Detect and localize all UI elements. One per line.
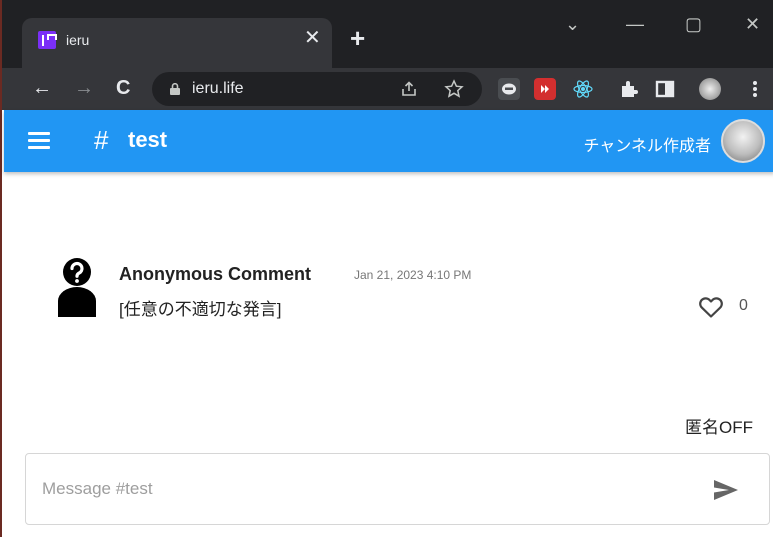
profile-avatar-icon[interactable]	[699, 78, 721, 100]
message-input[interactable]	[42, 474, 682, 504]
side-panel-icon[interactable]	[654, 78, 676, 100]
message-author: Anonymous Comment	[119, 264, 312, 284]
browser-window: ieru ✕ + ⌄ — ▢ ✕ ← → C ieru.life # test …	[0, 0, 773, 537]
lock-icon[interactable]	[170, 83, 180, 95]
channel-creator-label: チャンネル作成者	[583, 138, 711, 155]
address-bar[interactable]: ieru.life	[152, 72, 482, 106]
line-extension-icon[interactable]	[498, 78, 520, 100]
tab-title: ieru	[66, 32, 90, 48]
browser-titlebar: ieru ✕ + ⌄ — ▢ ✕	[2, 0, 773, 68]
more-menu-icon[interactable]	[744, 78, 766, 100]
close-window-button[interactable]: ✕	[745, 14, 760, 34]
browser-toolbar: ← → C ieru.life	[2, 68, 773, 110]
send-icon[interactable]	[712, 478, 740, 502]
browser-tab[interactable]: ieru ✕	[22, 18, 332, 68]
heart-icon[interactable]	[698, 295, 724, 319]
url-text[interactable]: ieru.life	[192, 80, 244, 98]
reload-button[interactable]: C	[116, 76, 130, 100]
tab-search-button[interactable]: ⌄	[565, 14, 580, 34]
react-extension-icon[interactable]	[572, 78, 594, 100]
anonymous-toggle[interactable]: 匿名OFF	[685, 413, 753, 438]
back-button[interactable]: ←	[32, 76, 52, 100]
puzzle-icon[interactable]	[618, 78, 640, 100]
menu-icon[interactable]	[28, 132, 50, 150]
youtube-extension-icon[interactable]	[534, 78, 556, 100]
channel-hash-icon: #	[94, 125, 109, 155]
maximize-button[interactable]: ▢	[685, 14, 702, 34]
like-count: 0	[739, 297, 748, 314]
tab-close-button[interactable]: ✕	[304, 26, 321, 50]
anonymous-user-icon	[58, 258, 96, 317]
share-icon[interactable]	[400, 80, 418, 98]
message-composer	[25, 453, 770, 525]
new-tab-button[interactable]: +	[350, 24, 365, 52]
creator-avatar[interactable]	[721, 119, 765, 163]
message-body: [任意の不適切な発言]	[119, 300, 282, 319]
app-header: # test チャンネル作成者	[4, 110, 773, 172]
star-icon[interactable]	[444, 79, 464, 99]
minimize-button[interactable]: —	[626, 14, 644, 34]
forward-button[interactable]: →	[74, 76, 94, 100]
message-timestamp: Jan 21, 2023 4:10 PM	[354, 268, 472, 282]
tab-favicon-icon	[38, 31, 57, 49]
channel-name: test	[128, 127, 168, 152]
